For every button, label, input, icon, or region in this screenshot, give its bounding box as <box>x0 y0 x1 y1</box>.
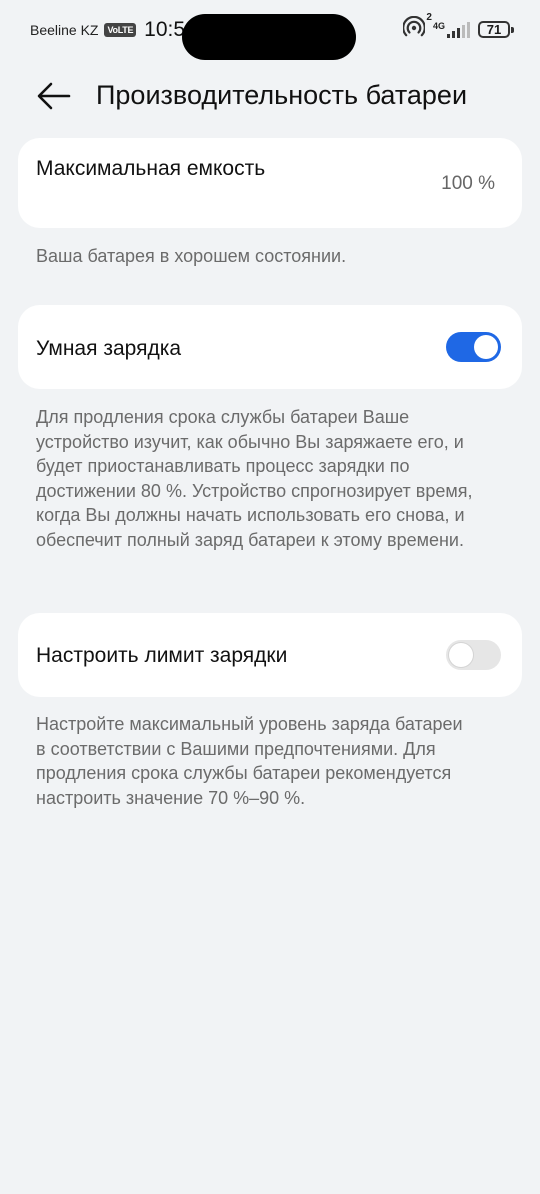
battery-level: 71 <box>486 22 502 37</box>
page-title: Производительность батареи <box>96 80 468 110</box>
charge-limit-description: Настройте максимальный уровень заряда ба… <box>36 714 463 808</box>
smart-charging-card[interactable]: Умная зарядка <box>18 305 522 389</box>
status-bar: Beeline KZ VoLTE 10:52 2 4G 71 <box>0 0 540 60</box>
capacity-value: 100 % <box>441 173 495 194</box>
carrier-name: Beeline KZ <box>30 22 99 38</box>
hotspot-superscript: 2 <box>426 12 432 23</box>
status-right: 2 4G 71 <box>402 12 514 43</box>
hotspot-icon: 2 <box>402 12 432 43</box>
arrow-left-icon <box>37 82 71 110</box>
status-left: Beeline KZ VoLTE 10:52 <box>30 18 197 42</box>
camera-cutout <box>182 14 356 60</box>
capacity-label: Максимальная емкость <box>36 157 266 180</box>
volte-badge: VoLTE <box>104 23 137 37</box>
toggle-knob <box>449 643 473 667</box>
capacity-card: Максимальная емкость 100 % <box>18 138 522 228</box>
charge-limit-toggle[interactable] <box>446 640 501 670</box>
signal-indicator: 4G <box>432 20 470 38</box>
back-button[interactable] <box>36 80 72 112</box>
capacity-description: Ваша батарея в хорошем состоянии. <box>36 246 347 266</box>
smart-charging-toggle[interactable] <box>446 332 501 362</box>
charge-limit-card[interactable]: Настроить лимит зарядки <box>18 613 522 697</box>
signal-bars-icon <box>447 21 470 38</box>
network-type: 4G <box>432 20 445 31</box>
smart-charging-description: Для продления срока службы батареи Ваше … <box>36 407 473 550</box>
charge-limit-label: Настроить лимит зарядки <box>36 644 288 667</box>
app-header: Производительность батареи <box>0 68 540 128</box>
smart-charging-label: Умная зарядка <box>36 337 182 360</box>
battery-icon: 71 <box>478 21 514 38</box>
toggle-knob <box>474 335 498 359</box>
